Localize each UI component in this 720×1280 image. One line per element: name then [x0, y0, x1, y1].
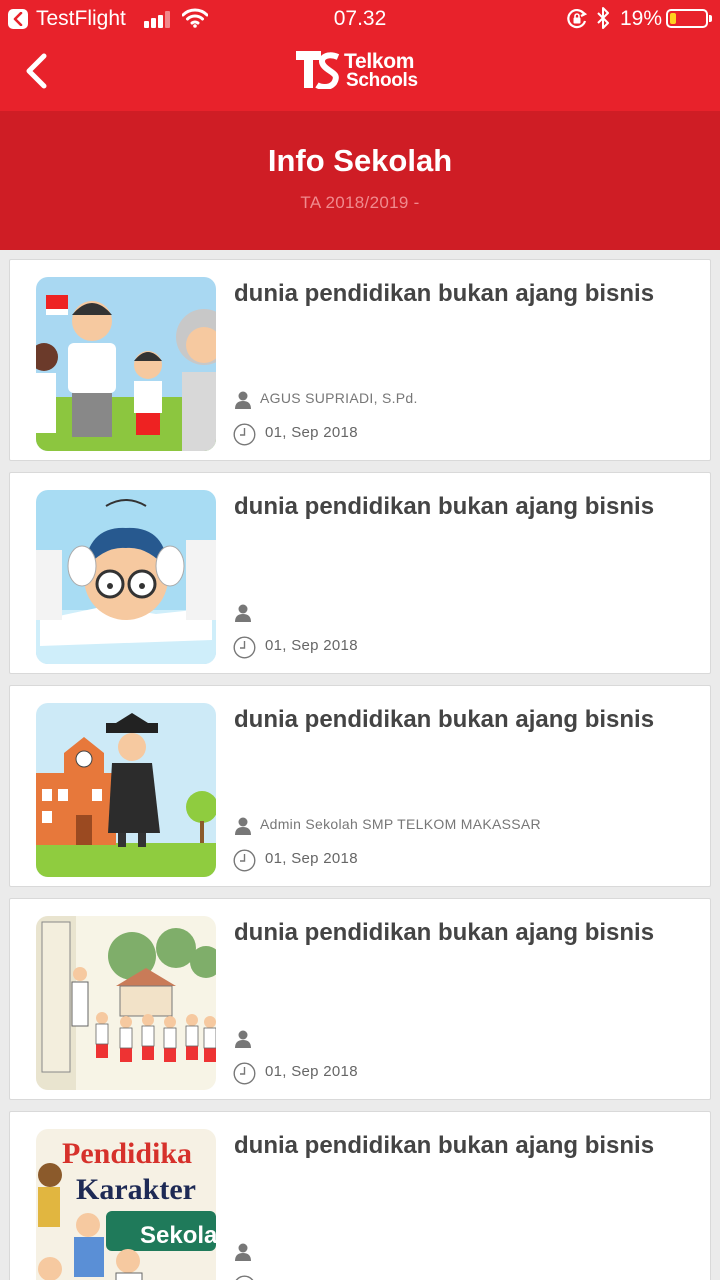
post-title[interactable]: dunia pendidikan bukan ajang bisnis — [234, 706, 654, 734]
battery-percent: 19% — [620, 7, 663, 30]
post-card[interactable]: dunia pendidikan bukan ajang bisnis 01, … — [9, 898, 711, 1100]
brand-line2: Schools — [346, 70, 418, 91]
top-bar: TestFlight 07.32 19% Telkom Schools — [0, 0, 720, 111]
page-header: Info Sekolah TA 2018/2019 - — [0, 111, 720, 250]
user-icon — [235, 1030, 251, 1048]
thumb-text-line3: Sekolah — [140, 1222, 216, 1249]
user-icon — [235, 604, 251, 622]
post-thumbnail — [36, 490, 216, 664]
thumb-text-line2: Karakter — [76, 1173, 196, 1206]
post-card[interactable]: dunia pendidikan bukan ajang bisnis Admi… — [9, 685, 711, 887]
post-card[interactable]: Pendidika Karakter Sekolah dunia pendidi… — [9, 1111, 711, 1280]
post-author: AGUS SUPRIADI, S.Pd. — [260, 390, 418, 406]
post-list[interactable]: dunia pendidikan bukan ajang bisnis AGUS… — [0, 250, 720, 1280]
post-thumbnail: Pendidika Karakter Sekolah — [36, 1129, 216, 1280]
telkom-schools-logo: Telkom Schools — [296, 50, 436, 92]
status-time: 07.32 — [333, 7, 387, 30]
clock-icon — [233, 423, 256, 446]
rotation-lock-icon — [567, 9, 588, 29]
academic-year-subtitle: TA 2018/2019 - — [300, 193, 420, 212]
bluetooth-icon — [597, 7, 609, 29]
thumb-text-line1: Pendidika — [62, 1137, 192, 1170]
post-title[interactable]: dunia pendidikan bukan ajang bisnis — [234, 919, 654, 947]
battery-fill — [670, 13, 676, 24]
clock-icon — [235, 1275, 254, 1280]
post-thumbnail — [36, 277, 216, 451]
post-card[interactable]: dunia pendidikan bukan ajang bisnis 01, … — [9, 472, 711, 674]
post-date: 01, Sep 2018 — [265, 850, 358, 867]
page-title: Info Sekolah — [267, 143, 453, 178]
post-title[interactable]: dunia pendidikan bukan ajang bisnis — [234, 493, 654, 521]
user-icon — [235, 817, 251, 835]
post-thumbnail — [36, 916, 216, 1090]
post-date: 01, Sep 2018 — [265, 1063, 358, 1080]
clock-icon — [233, 1062, 256, 1085]
battery-icon — [666, 9, 712, 28]
clock-icon — [233, 849, 256, 872]
telkom-logo-mark-icon — [296, 51, 340, 89]
post-date: 01, Sep 2018 — [265, 424, 358, 441]
post-title[interactable]: dunia pendidikan bukan ajang bisnis — [234, 1132, 654, 1160]
post-title[interactable]: dunia pendidikan bukan ajang bisnis — [234, 280, 654, 308]
post-author: Admin Sekolah SMP TELKOM MAKASSAR — [260, 816, 541, 832]
user-icon — [235, 1243, 251, 1261]
chevron-left-icon[interactable] — [22, 52, 52, 90]
post-card[interactable]: dunia pendidikan bukan ajang bisnis AGUS… — [9, 259, 711, 461]
status-bar: TestFlight 07.32 19% — [0, 0, 720, 38]
post-date: 01, Sep 2018 — [265, 637, 358, 654]
clock-icon — [233, 636, 256, 659]
post-thumbnail — [36, 703, 216, 877]
user-icon — [235, 391, 251, 409]
